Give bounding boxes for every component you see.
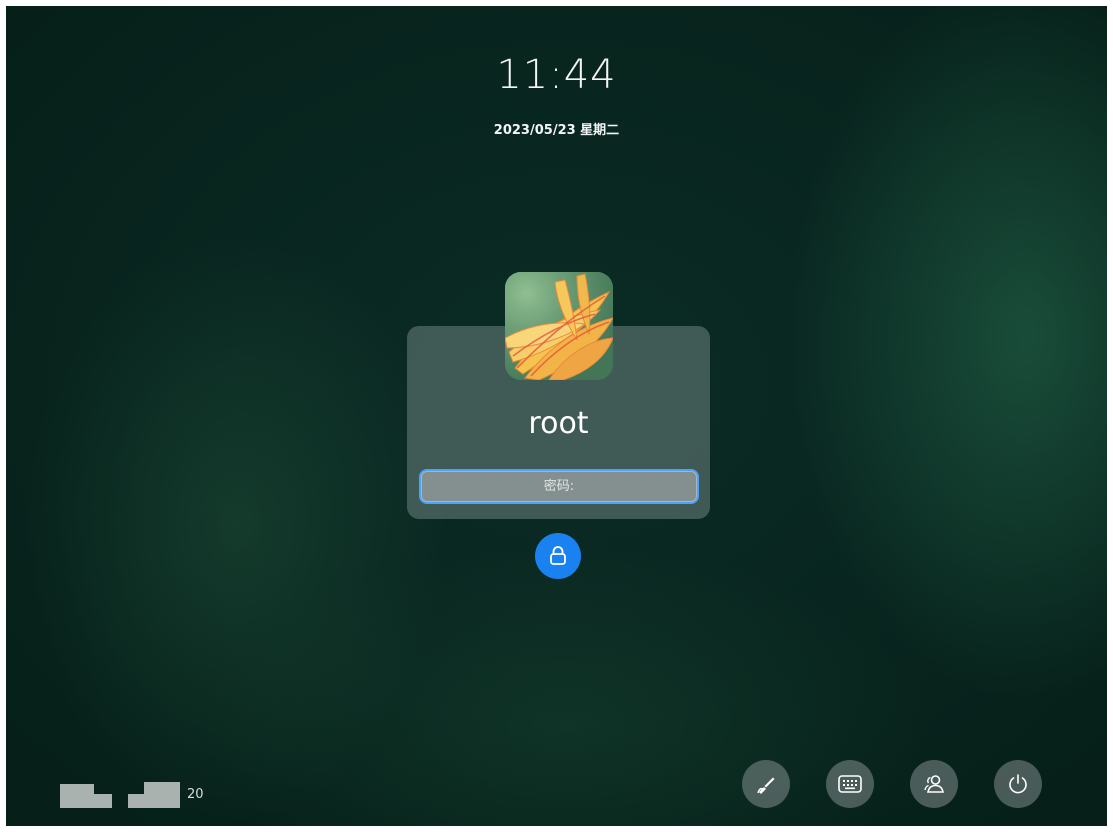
indicator-block-icon (128, 782, 180, 808)
switch-user-icon (924, 775, 944, 793)
keyboard-layout-indicator: 20 (60, 782, 204, 808)
username-label: root (528, 406, 589, 441)
clock-date: 2023/05/23 星期二 (493, 123, 620, 138)
indicator-block-icon (60, 784, 112, 808)
user-avatar[interactable] (505, 272, 613, 380)
flower-avatar-icon (505, 272, 613, 380)
wallpaper-button[interactable] (742, 760, 790, 808)
power-icon (1009, 774, 1027, 794)
clock-time: 11:44 (496, 52, 617, 98)
password-input[interactable] (419, 469, 699, 504)
unlock-button[interactable] (535, 533, 581, 579)
brush-icon (757, 777, 775, 794)
lock-screen: 11:44 2023/05/23 星期二 root 20 (6, 6, 1107, 826)
indicator-count: 20 (187, 787, 204, 802)
power-button[interactable] (994, 760, 1042, 808)
keyboard-icon (838, 775, 862, 793)
switch-user-button[interactable] (910, 760, 958, 808)
keyboard-button[interactable] (826, 760, 874, 808)
lock-icon (550, 546, 566, 565)
